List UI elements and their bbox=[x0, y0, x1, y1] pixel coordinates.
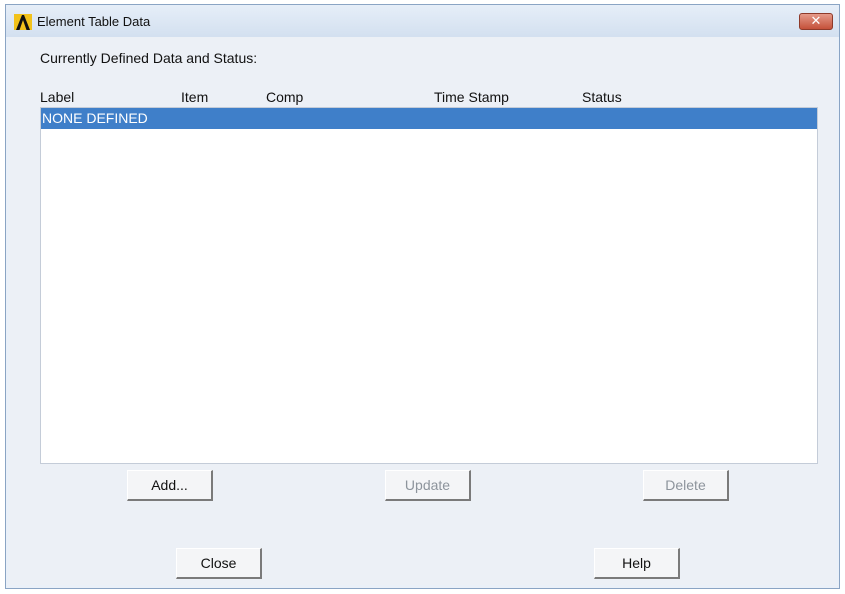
list-heading: Currently Defined Data and Status: bbox=[40, 50, 258, 66]
element-table-data-dialog: Element Table Data ✕ Currently Defined D… bbox=[5, 4, 840, 589]
column-header-status: Status bbox=[582, 89, 622, 105]
help-button[interactable]: Help bbox=[594, 548, 680, 579]
delete-button[interactable]: Delete bbox=[643, 470, 729, 501]
close-button[interactable]: Close bbox=[176, 548, 262, 579]
ansys-logo-icon bbox=[14, 14, 32, 30]
list-item[interactable]: NONE DEFINED bbox=[41, 108, 817, 129]
add-button[interactable]: Add... bbox=[127, 470, 213, 501]
column-header-item: Item bbox=[181, 89, 209, 105]
column-header-comp: Comp bbox=[266, 89, 304, 105]
update-button[interactable]: Update bbox=[385, 470, 471, 501]
column-header-time-stamp: Time Stamp bbox=[434, 89, 509, 105]
element-table-list[interactable]: NONE DEFINED bbox=[40, 107, 818, 464]
title-bar[interactable]: Element Table Data ✕ bbox=[6, 5, 839, 37]
dialog-body: Currently Defined Data and Status: Label… bbox=[9, 37, 836, 585]
close-icon[interactable]: ✕ bbox=[799, 13, 833, 30]
column-header-label: Label bbox=[40, 89, 75, 105]
window-title: Element Table Data bbox=[37, 14, 151, 29]
